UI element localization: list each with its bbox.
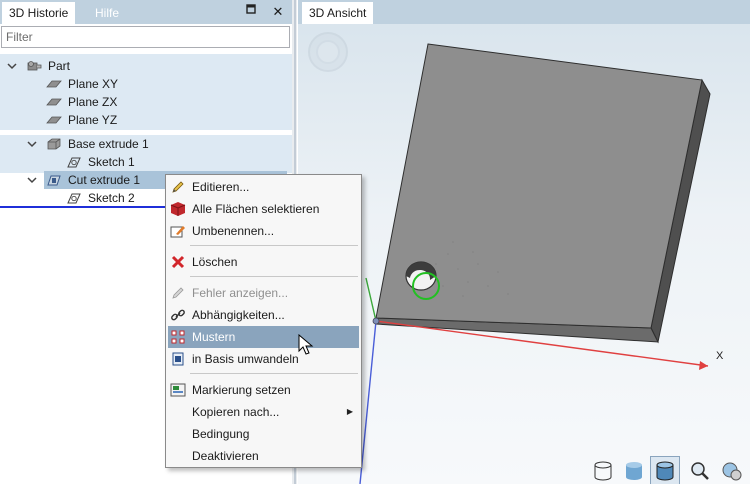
shaded-edges-view-icon[interactable] (650, 456, 680, 484)
tab-3d-ansicht[interactable]: 3D Ansicht (302, 2, 374, 24)
3d-view-panel: 3D Ansicht X (298, 0, 750, 484)
chevron-right-icon: ▶ (346, 407, 353, 416)
tree-item-label: Cut extrude 1 (68, 173, 141, 187)
tree-item-label: Part (48, 59, 71, 73)
y-axis-line (365, 277, 377, 322)
view-tab-strip: 3D Ansicht (298, 0, 750, 24)
link-icon (170, 307, 186, 323)
tab-3d-historie[interactable]: 3D Historie (2, 2, 76, 24)
sketch-icon (66, 155, 82, 169)
menu-item-fehler-anzeigen: Fehler anzeigen... (168, 282, 359, 304)
error-icon (170, 285, 186, 301)
drop-indicator-line (0, 206, 168, 208)
tree-item-label: Plane YZ (68, 113, 118, 127)
zoom-icon[interactable] (685, 456, 715, 484)
history-tab-strip: 3D Historie Hilfe ✕ (0, 0, 292, 24)
sketch-icon (66, 191, 82, 205)
z-axis-line (359, 320, 377, 484)
close-panel-button[interactable]: ✕ (269, 3, 287, 21)
filter-input[interactable] (1, 26, 290, 48)
tree-item-plane-xy[interactable]: Plane XY (0, 75, 292, 93)
tree-item-label: Plane XY (68, 77, 119, 91)
menu-item-alle-flaechen[interactable]: Alle Flächen selektieren (168, 198, 359, 220)
menu-item-mustern[interactable]: Mustern (168, 326, 359, 348)
red-cube-icon (170, 201, 186, 217)
extrude-icon (46, 137, 62, 151)
menu-item-kopieren-nach[interactable]: Kopieren nach... ▶ (168, 401, 359, 423)
x-axis-arrow (699, 361, 708, 370)
menu-item-loeschen[interactable]: Löschen (168, 251, 359, 273)
origin-point (372, 317, 380, 325)
plane-icon (46, 77, 62, 91)
pin-icon[interactable] (242, 3, 260, 21)
menu-item-umbenennen[interactable]: Umbenennen... (168, 220, 359, 242)
view-options-icon[interactable] (716, 456, 746, 484)
x-axis-label: X (716, 350, 724, 362)
cut-extrude-icon (46, 173, 62, 187)
menu-item-bedingung[interactable]: Bedingung (168, 423, 359, 445)
menu-item-in-basis-umwandeln[interactable]: in Basis umwandeln (168, 348, 359, 370)
tree-item-label: Plane ZX (68, 95, 118, 109)
tree-item-plane-zx[interactable]: Plane ZX (0, 93, 292, 111)
menu-item-abhaengigkeiten[interactable]: Abhängigkeiten... (168, 304, 359, 326)
menu-separator (190, 245, 358, 246)
tree-item-sketch-1[interactable]: Sketch 1 (0, 153, 292, 171)
tab-hilfe[interactable]: Hilfe (88, 2, 126, 24)
tree-item-base-extrude[interactable]: Base extrude 1 (0, 135, 292, 153)
mouse-cursor-icon (298, 334, 314, 355)
red-x-icon (170, 254, 186, 270)
tree-item-label: Sketch 1 (88, 155, 135, 169)
tree-item-label: Base extrude 1 (68, 137, 149, 151)
pattern-icon (170, 329, 186, 345)
menu-separator (190, 373, 358, 374)
tree-item-part[interactable]: Part (0, 57, 292, 75)
chevron-down-icon[interactable] (27, 135, 39, 153)
pencil-icon (170, 179, 186, 195)
plane-icon (46, 113, 62, 127)
convert-icon (170, 351, 186, 367)
tree-item-cut-extrude-expander[interactable] (0, 171, 44, 189)
chevron-down-icon[interactable] (7, 57, 19, 75)
context-menu: Editieren... Alle Flächen selektieren Um… (165, 174, 362, 468)
menu-item-editieren[interactable]: Editieren... (168, 176, 359, 198)
menu-separator (190, 276, 358, 277)
menu-item-markierung-setzen[interactable]: Markierung setzen (168, 379, 359, 401)
tree-item-plane-yz[interactable]: Plane YZ (0, 111, 292, 129)
view-cube-icon[interactable] (308, 32, 348, 72)
part-icon (26, 59, 42, 73)
wireframe-view-icon[interactable] (588, 456, 618, 484)
chevron-down-icon[interactable] (27, 171, 39, 189)
menu-item-deaktivieren[interactable]: Deaktivieren (168, 445, 359, 467)
3d-viewport[interactable]: X (298, 24, 750, 484)
plane-icon (46, 95, 62, 109)
marker-icon (170, 382, 186, 398)
tree-item-label: Sketch 2 (88, 191, 135, 205)
rename-icon (170, 223, 186, 239)
shaded-view-icon[interactable] (619, 456, 649, 484)
